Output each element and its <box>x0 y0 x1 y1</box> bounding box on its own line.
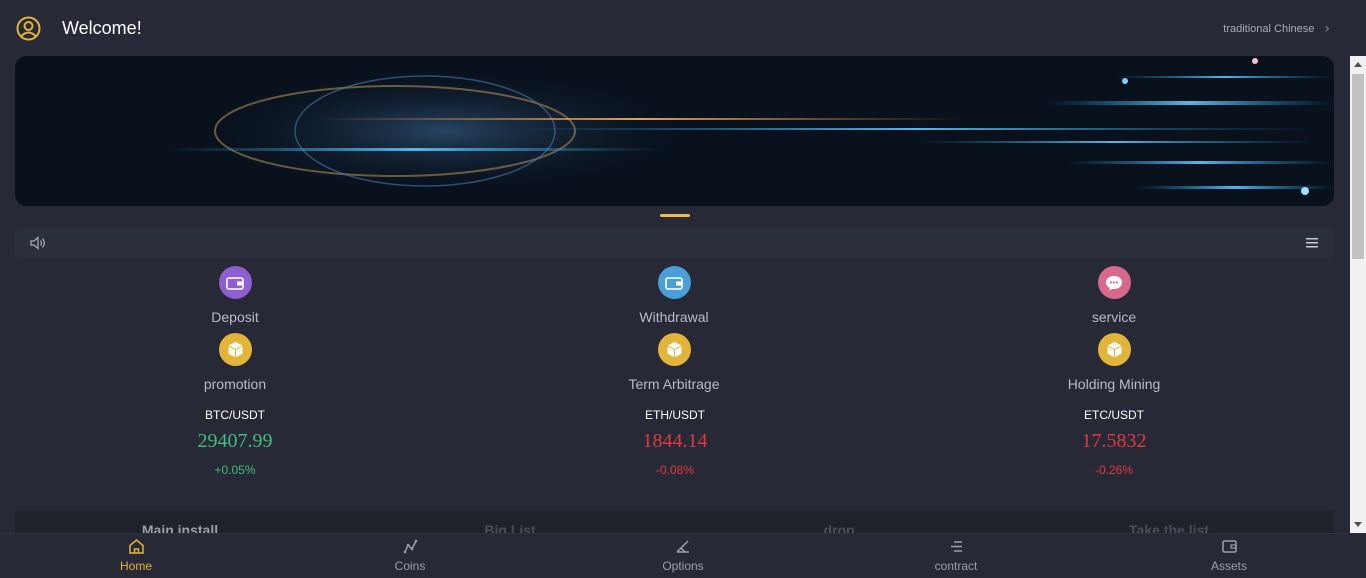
action-label: Deposit <box>211 309 259 325</box>
menu-icon[interactable] <box>1306 237 1318 248</box>
action-label: Term Arbitrage <box>628 376 720 392</box>
user-icon[interactable] <box>16 16 41 41</box>
service-button[interactable]: service <box>1014 266 1214 325</box>
nav-label: contract <box>934 559 978 573</box>
scrollbar[interactable] <box>1350 56 1366 533</box>
promotion-button[interactable]: promotion <box>135 333 335 392</box>
holding-mining-button[interactable]: Holding Mining <box>1014 333 1214 392</box>
header: Welcome! traditional Chinese › <box>0 0 1350 56</box>
nav-label: Coins <box>394 559 426 573</box>
nav-coins[interactable]: Coins <box>350 538 470 573</box>
language-selector[interactable]: traditional Chinese › <box>1223 21 1330 37</box>
action-label: Withdrawal <box>639 309 709 325</box>
ticker-pair: ETC/USDT <box>1084 408 1144 422</box>
bitcoin-banner-image <box>15 56 1334 206</box>
ticker-etc[interactable]: ETC/USDT 17.5832 -0.26% <box>1014 408 1214 477</box>
language-label: traditional Chinese <box>1223 23 1315 35</box>
action-label: service <box>1091 309 1137 325</box>
tab-take-the-list[interactable]: Take the list <box>1069 522 1269 533</box>
speaker-icon <box>30 236 45 250</box>
wallet-icon <box>657 266 691 299</box>
ticker-change: +0.05% <box>214 463 256 477</box>
wallet-icon <box>218 266 252 299</box>
scroll-down-icon[interactable] <box>1354 522 1362 527</box>
scroll-up-icon[interactable] <box>1354 62 1362 67</box>
nav-label: Assets <box>1210 559 1247 573</box>
wallet-icon <box>1221 540 1237 553</box>
home-icon <box>128 539 144 554</box>
ticker-change: -0.26% <box>1094 463 1134 477</box>
term-arbitrage-button[interactable]: Term Arbitrage <box>574 333 774 392</box>
withdrawal-button[interactable]: Withdrawal <box>574 266 774 325</box>
ticker-price: 17.5832 <box>1081 430 1147 452</box>
tab-main-install[interactable]: Main install <box>80 522 280 533</box>
ticker-pair: BTC/USDT <box>205 408 265 422</box>
banner-carousel[interactable] <box>15 56 1334 206</box>
nav-contract[interactable]: contract <box>896 538 1016 573</box>
deposit-button[interactable]: Deposit <box>135 266 335 325</box>
tab-big-list[interactable]: Big List <box>410 522 610 533</box>
nav-label: Options <box>662 559 704 573</box>
box-icon <box>1097 333 1131 366</box>
tab-drop[interactable]: drop <box>739 522 939 533</box>
scroll-thumb[interactable] <box>1352 74 1364 259</box>
coins-icon <box>403 539 417 554</box>
contract-icon <box>950 541 962 552</box>
welcome-title: Welcome! <box>62 18 142 38</box>
options-icon <box>675 540 689 553</box>
ticker-change: -0.08% <box>655 463 695 477</box>
nav-home[interactable]: Home <box>76 538 196 573</box>
nav-label: Home <box>119 559 152 573</box>
ticker-price: 1844.14 <box>642 430 708 452</box>
action-label: Holding Mining <box>1067 376 1161 392</box>
action-label: promotion <box>203 376 267 392</box>
nav-options[interactable]: Options <box>623 538 743 573</box>
box-icon <box>657 333 691 366</box>
nav-assets[interactable]: Assets <box>1169 538 1289 573</box>
chat-icon <box>1097 266 1131 299</box>
notice-bar[interactable] <box>15 228 1334 258</box>
carousel-indicator[interactable] <box>660 214 690 217</box>
ticker-price: 29407.99 <box>197 430 273 452</box>
ticker-pair: ETH/USDT <box>645 408 705 422</box>
bottom-nav: Home Coins Options contract Assets <box>0 533 1366 578</box>
market-tabs: Main install Big List drop Take the list <box>15 511 1334 533</box>
ticker-eth[interactable]: ETH/USDT 1844.14 -0.08% <box>575 408 775 477</box>
ticker-btc[interactable]: BTC/USDT 29407.99 +0.05% <box>135 408 335 477</box>
box-icon <box>218 333 252 366</box>
chevron-right-icon: › <box>1324 21 1330 37</box>
